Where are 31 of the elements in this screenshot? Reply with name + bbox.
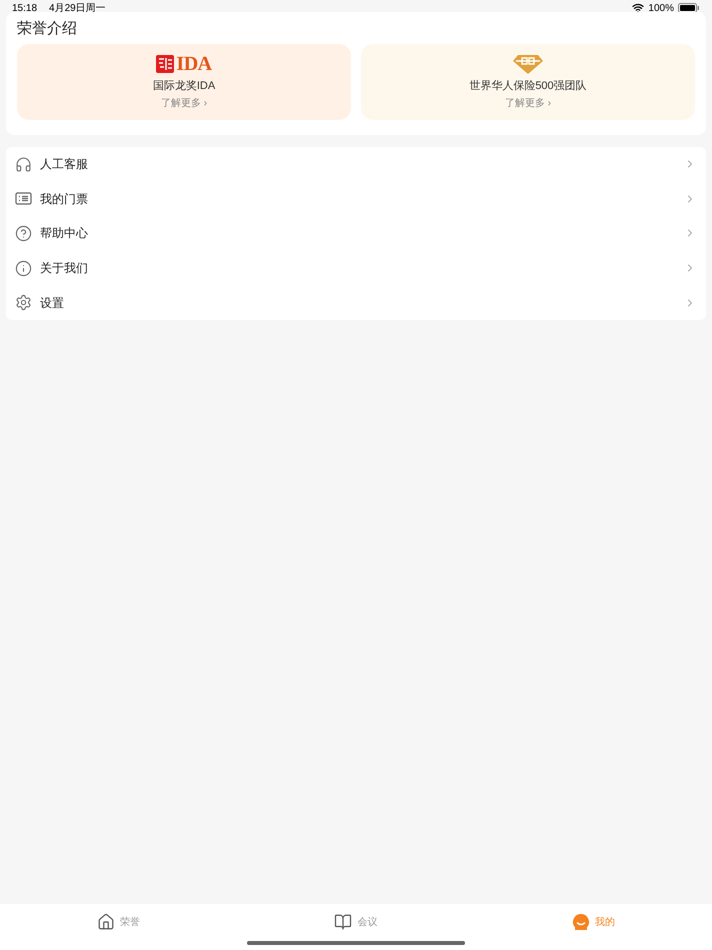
- diamond-icon: [512, 52, 544, 75]
- headset-icon: [15, 156, 32, 173]
- menu-item[interactable]: 人工客服: [6, 147, 706, 182]
- honor-name: 世界华人保险500强团队: [469, 78, 587, 94]
- battery-percent: 100%: [648, 2, 674, 16]
- house-icon: [97, 913, 116, 931]
- settings-icon: [15, 294, 32, 312]
- honor-card[interactable]: IDA 国际龙奖IDA 了解更多 ›: [17, 44, 351, 120]
- menu-label: 帮助中心: [40, 225, 89, 242]
- help-icon: [15, 224, 32, 242]
- logo-text: IDA: [176, 54, 212, 74]
- menu-item[interactable]: 我的门票: [6, 182, 706, 216]
- honor-card[interactable]: 世界华人保险500强团队 了解更多 ›: [361, 44, 695, 120]
- info-icon: [15, 260, 32, 277]
- menu-item[interactable]: 设置: [6, 285, 706, 320]
- honor-name: 国际龙奖IDA: [152, 78, 216, 94]
- menu-label: 我的门票: [40, 190, 89, 208]
- menu-label: 设置: [40, 294, 65, 312]
- section-title: 荣誉介绍: [17, 19, 78, 39]
- wifi-icon: [632, 2, 644, 14]
- seal-icon: [156, 54, 174, 73]
- book-icon: [334, 913, 352, 931]
- menu-label: 关于我们: [40, 260, 89, 278]
- list-card-icon: [15, 190, 32, 208]
- menu-item[interactable]: 关于我们: [6, 250, 706, 286]
- menu-label: 人工客服: [40, 156, 89, 174]
- status-date: 4月29日周一: [49, 2, 106, 16]
- smiley-icon: [572, 913, 590, 931]
- battery-icon: [678, 3, 700, 13]
- menu-item[interactable]: 帮助中心: [6, 216, 706, 251]
- status-time: 15:18: [12, 2, 38, 16]
